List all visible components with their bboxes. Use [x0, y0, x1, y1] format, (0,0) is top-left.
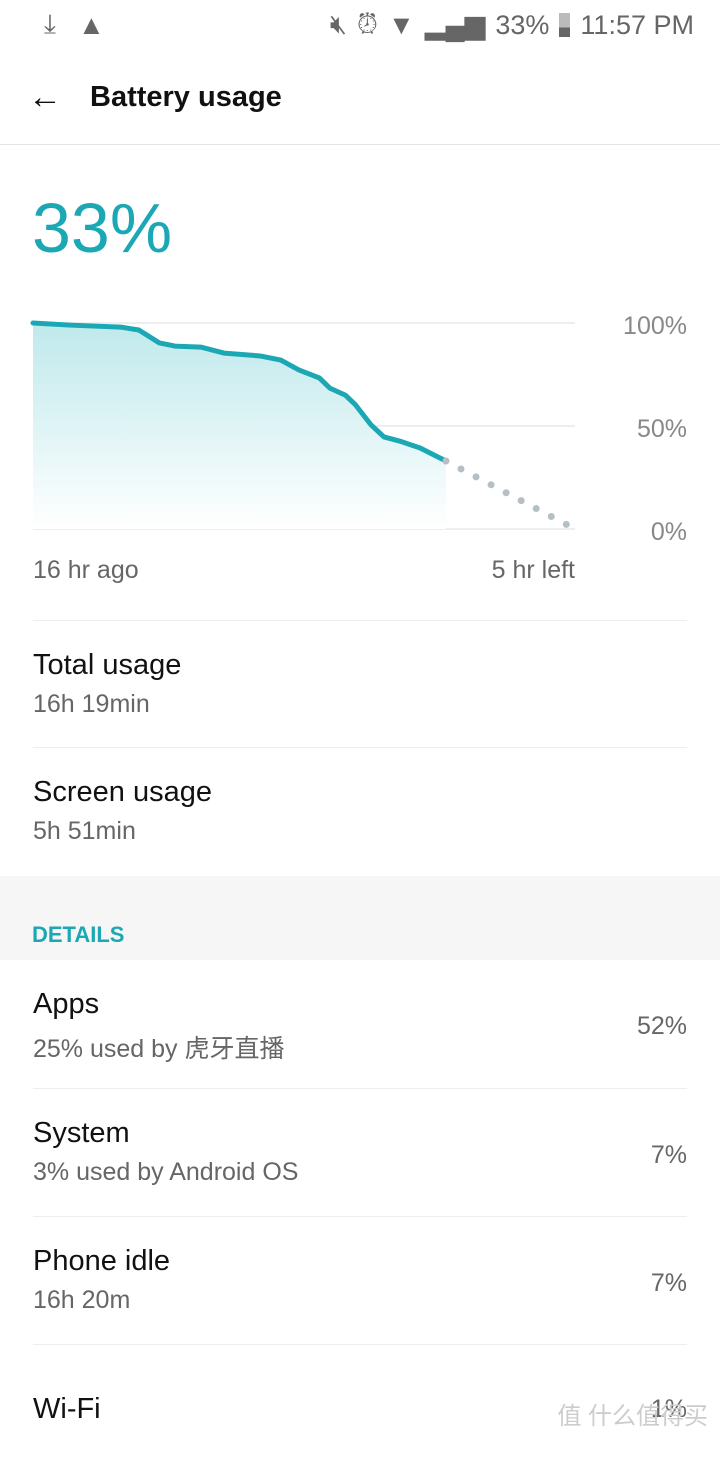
mute-icon: 🔇︎ — [329, 9, 347, 39]
wifi-icon: ▼ — [387, 9, 415, 40]
item-title: Apps — [33, 988, 100, 1020]
y-tick: 0% — [651, 518, 687, 546]
app-bar: ← Battery usage — [0, 50, 720, 145]
x-label-end: 5 hr left — [492, 556, 575, 584]
chart-projection-line — [442, 457, 579, 533]
back-arrow-icon[interactable]: ← — [0, 78, 90, 117]
details-item-apps[interactable]: Apps 25% used by 虎牙直播 52% — [33, 960, 687, 1088]
item-title: Screen usage — [33, 776, 212, 808]
clock: 11:57 PM — [580, 9, 694, 40]
watermark: 值 什么值得买 — [557, 1403, 708, 1430]
alarm-icon: ⏰︎ — [356, 9, 378, 39]
battery-percent: 33% — [495, 9, 550, 40]
screen-usage-item[interactable]: Screen usage 5h 51min — [33, 747, 687, 875]
battery-chart: 100% 50% 0% 16 hr ago 5 hr left — [30, 312, 687, 584]
item-percent: 7% — [650, 1141, 687, 1169]
item-subtitle: 16h 20m — [33, 1286, 131, 1314]
battery-icon — [559, 13, 571, 37]
section-title: DETAILS — [32, 922, 125, 947]
page-title: Battery usage — [90, 80, 282, 113]
item-title: Total usage — [33, 649, 182, 681]
signal-icon: ▂▄▆ — [424, 9, 486, 40]
details-item-phone-idle[interactable]: Phone idle 16h 20m 7% — [33, 1216, 687, 1344]
item-subtitle: 25% used by 虎牙直播 — [33, 1035, 285, 1063]
item-title: System — [33, 1117, 130, 1149]
image-icon: ▲ — [77, 9, 105, 40]
y-tick: 100% — [623, 312, 687, 340]
y-tick: 50% — [637, 415, 687, 443]
details-item-system[interactable]: System 3% used by Android OS 7% — [33, 1088, 687, 1216]
item-subtitle: 3% used by Android OS — [33, 1158, 299, 1186]
item-percent: 52% — [636, 1012, 687, 1040]
details-header: DETAILS — [0, 876, 720, 960]
item-title: Phone idle — [33, 1245, 171, 1277]
item-value: 16h 19min — [33, 690, 150, 718]
item-value: 5h 51min — [33, 817, 136, 845]
item-percent: 7% — [650, 1269, 687, 1297]
battery-level: 33% — [32, 189, 173, 267]
status-bar: ⤓ ▲ 🔇︎ ⏰︎ ▼ ▂▄▆ 33% 11:57 PM — [0, 0, 720, 50]
x-label-start: 16 hr ago — [33, 556, 139, 584]
download-icon: ⤓ — [44, 9, 56, 39]
total-usage-item[interactable]: Total usage 16h 19min — [33, 620, 687, 748]
